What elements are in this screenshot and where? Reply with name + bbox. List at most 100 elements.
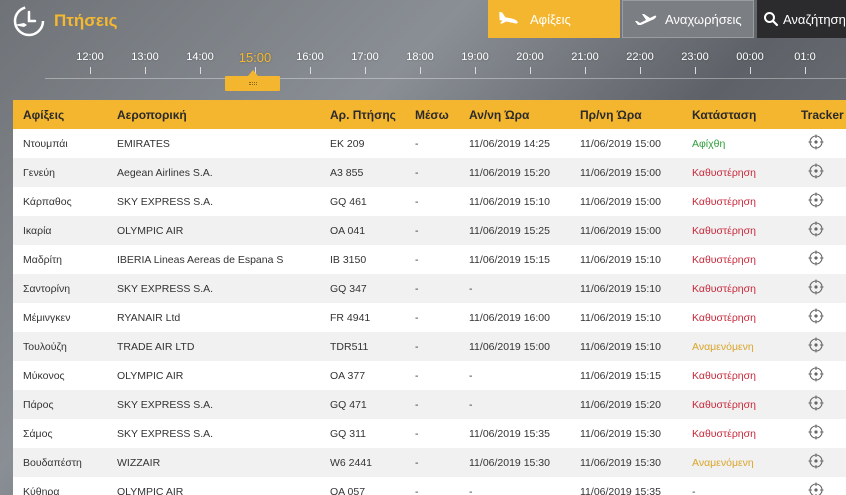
crosshair-icon[interactable] (808, 482, 824, 495)
cell-status: Αφίχθη (692, 137, 726, 150)
cell-sched: 11/06/2019 15:10 (580, 282, 661, 295)
cell-airline: SKY EXPRESS S.A. (117, 427, 214, 440)
timeline-hour[interactable]: 14:00 (180, 51, 220, 63)
timeline-hour[interactable]: 19:00 (455, 51, 495, 63)
tracker-cell[interactable] (791, 303, 846, 332)
tracker-cell[interactable] (791, 448, 846, 477)
cell-city: Τουλούζη (23, 340, 67, 353)
cell-flight: GQ 311 (330, 427, 366, 440)
cell-city: Ικαρία (23, 224, 52, 237)
table-row[interactable]: Σάμος SKY EXPRESS S.A. GQ 311 - 11/06/2019 1… (13, 419, 846, 448)
timeline-tick (530, 67, 531, 74)
timeline-hour[interactable]: 23:00 (675, 51, 715, 63)
grip-icon (249, 82, 257, 85)
crosshair-icon[interactable] (808, 366, 824, 382)
cell-status: - (692, 485, 696, 495)
tracker-cell[interactable] (791, 129, 846, 158)
column-header: Tracker (801, 107, 844, 122)
tracker-cell[interactable] (791, 390, 846, 419)
table-row[interactable]: Τουλούζη TRADE AIR LTD TDR511 - 11/06/2019 1… (13, 332, 846, 361)
cell-sched: 11/06/2019 15:00 (580, 166, 661, 179)
timeline-hour[interactable]: 13:00 (125, 51, 165, 63)
tracker-cell[interactable] (791, 245, 846, 274)
crosshair-icon[interactable] (808, 308, 824, 324)
crosshair-icon[interactable] (808, 453, 824, 469)
table-row[interactable]: Πάρος SKY EXPRESS S.A. GQ 471 - - 11/06/2019 … (13, 390, 846, 419)
cell-flight: W6 2441 (330, 456, 373, 469)
tracker-cell[interactable] (791, 361, 846, 390)
cell-airline: WIZZAIR (117, 456, 161, 469)
tab-departures[interactable]: Αναχωρήσεις (622, 0, 754, 38)
crosshair-icon[interactable] (808, 134, 824, 150)
cell-city: Βουδαπέστη (23, 456, 82, 469)
tracker-cell[interactable] (791, 274, 846, 303)
tracker-cell[interactable] (791, 477, 846, 495)
cell-flight: OA 377 (330, 369, 366, 382)
cell-airline: SKY EXPRESS S.A. (117, 398, 214, 411)
cell-via: - (415, 195, 419, 208)
timeline-hour[interactable]: 21:00 (565, 51, 605, 63)
table-row[interactable]: Κάρπαθος SKY EXPRESS S.A. GQ 461 - 11/06/201… (13, 187, 846, 216)
table-row[interactable]: Ντουμπάι EMIRATES EK 209 - 11/06/2019 14:25 1… (13, 129, 846, 158)
cell-airline: OLYMPIC AIR (117, 485, 184, 495)
top-bar: Πτήσεις Αφίξεις Αναχωρήσεις Αναζήτηση (0, 0, 846, 40)
cell-status: Αναμενόμενη (692, 456, 754, 469)
cell-est: - (469, 485, 473, 495)
tracker-cell[interactable] (791, 216, 846, 245)
table-row[interactable]: Κύθηρα OLYMPIC AIR OA 057 - - 11/06/2019 15:3… (13, 477, 846, 495)
crosshair-icon[interactable] (808, 337, 824, 353)
cell-airline: SKY EXPRESS S.A. (117, 195, 214, 208)
crosshair-icon[interactable] (808, 395, 824, 411)
cell-est: 11/06/2019 15:25 (469, 224, 550, 237)
table-row[interactable]: Σαντορίνη SKY EXPRESS S.A. GQ 347 - - 11/06/2… (13, 274, 846, 303)
cell-via: - (415, 427, 419, 440)
cell-status: Αναμενόμενη (692, 340, 754, 353)
brand[interactable]: Πτήσεις (12, 4, 118, 38)
time-slider[interactable]: 12:00 13:00 14:00 15:00 16:00 17:00 18:00 19:00… (0, 44, 846, 96)
timeline-hour[interactable]: 00:00 (730, 51, 770, 63)
timeline-hour[interactable]: 17:00 (345, 51, 385, 63)
timeline-hour[interactable]: 01:0 (785, 51, 825, 63)
cell-via: - (415, 311, 419, 324)
column-header: Αφίξεις (23, 107, 65, 122)
crosshair-icon[interactable] (808, 192, 824, 208)
crosshair-icon[interactable] (808, 221, 824, 237)
cell-city: Μαδρίτη (23, 253, 62, 266)
cell-airline: SKY EXPRESS S.A. (117, 282, 214, 295)
table-row[interactable]: Μέμινγκεν RYANAIR Ltd FR 4941 - 11/06/2019 1… (13, 303, 846, 332)
tracker-cell[interactable] (791, 332, 846, 361)
cell-est: 11/06/2019 15:35 (469, 427, 550, 440)
cell-flight: OA 057 (330, 485, 366, 495)
timeline-hour[interactable]: 18:00 (400, 51, 440, 63)
timeline-hour[interactable]: 15:00 (235, 50, 275, 65)
table-row[interactable]: Ικαρία OLYMPIC AIR OA 041 - 11/06/2019 15:25… (13, 216, 846, 245)
tracker-cell[interactable] (791, 187, 846, 216)
timeline-tick (365, 67, 366, 74)
cell-sched: 11/06/2019 15:00 (580, 137, 661, 150)
timeline-hour[interactable]: 16:00 (290, 51, 330, 63)
timeline-hour[interactable]: 12:00 (70, 51, 110, 63)
table-row[interactable]: Μαδρίτη IBERIA Lineas Aereas de Espana S I… (13, 245, 846, 274)
tracker-cell[interactable] (791, 419, 846, 448)
timeline-hour[interactable]: 20:00 (510, 51, 550, 63)
cell-status: Καθυστέρηση (692, 398, 756, 411)
timeline-tick (90, 67, 91, 74)
cell-flight: GQ 471 (330, 398, 367, 411)
cell-sched: 11/06/2019 15:30 (580, 456, 661, 469)
table-header: Αφίξεις Αεροπορική Αρ. Πτήσης Μέσω Αν/νη Ώρα… (13, 100, 846, 129)
crosshair-icon[interactable] (808, 163, 824, 179)
tab-arrivals[interactable]: Αφίξεις (488, 0, 620, 38)
tab-search[interactable]: Αναζήτηση (757, 0, 846, 38)
cell-city: Κάρπαθος (23, 195, 72, 208)
timeline-hour[interactable]: 22:00 (620, 51, 660, 63)
timeline-tick (420, 67, 421, 74)
crosshair-icon[interactable] (808, 424, 824, 440)
table-row[interactable]: Μύκονος OLYMPIC AIR OA 377 - - 11/06/2019 15:… (13, 361, 846, 390)
crosshair-icon[interactable] (808, 250, 824, 266)
crosshair-icon[interactable] (808, 279, 824, 295)
table-row[interactable]: Γενεύη Aegean Airlines S.A. A3 855 - 11/06/2… (13, 158, 846, 187)
cell-status: Καθυστέρηση (692, 224, 756, 237)
tracker-cell[interactable] (791, 158, 846, 187)
table-row[interactable]: Βουδαπέστη WIZZAIR W6 2441 - 11/06/2019 15:3… (13, 448, 846, 477)
timeline-handle[interactable] (225, 70, 280, 91)
